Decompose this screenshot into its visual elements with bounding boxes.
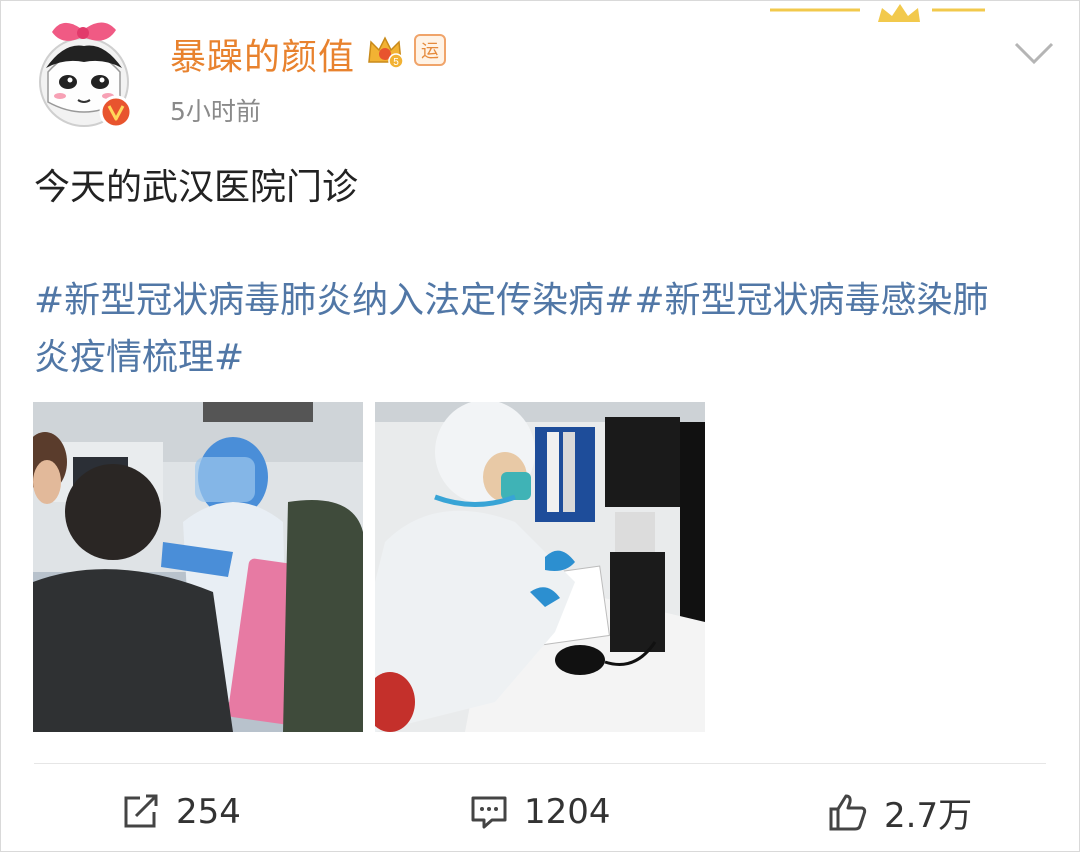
yun-badge[interactable]: 运 bbox=[414, 34, 446, 66]
author-name[interactable]: 暴躁的颜值 bbox=[170, 28, 355, 80]
like-count: 2.7万 bbox=[884, 795, 973, 836]
like-button[interactable]: 2.7万 bbox=[828, 790, 973, 836]
comment-count: 1204 bbox=[524, 792, 611, 832]
post-image-2[interactable] bbox=[375, 402, 705, 732]
comment-button[interactable]: 1204 bbox=[470, 790, 611, 834]
chevron-down-icon[interactable] bbox=[1014, 40, 1054, 66]
hashtag-block: #新型冠状病毒肺炎纳入法定传染病##新型冠状病毒感染肺炎疫情梳理# bbox=[34, 272, 1024, 386]
vip-crown-icon[interactable]: 5 bbox=[366, 32, 404, 70]
thumbs-up-icon bbox=[829, 794, 867, 831]
crown-decoration-icon bbox=[770, 4, 985, 22]
post-image-1[interactable] bbox=[33, 402, 363, 732]
hashtag-link[interactable]: #新型冠状病毒肺炎纳入法定传染病# bbox=[34, 280, 634, 321]
photo-clinic-reception-icon bbox=[33, 402, 363, 732]
divider bbox=[34, 763, 1046, 764]
user-avatar[interactable] bbox=[34, 12, 134, 130]
vip-level-text: 5 bbox=[393, 57, 399, 68]
photo-doctor-at-desk-icon bbox=[375, 402, 705, 732]
post-text: 今天的武汉医院门诊 bbox=[34, 167, 359, 208]
comment-icon bbox=[471, 796, 507, 829]
post-timestamp: 5小时前 bbox=[170, 97, 261, 126]
repost-icon bbox=[124, 794, 158, 828]
repost-count: 254 bbox=[176, 792, 241, 832]
repost-button[interactable]: 254 bbox=[122, 790, 241, 834]
